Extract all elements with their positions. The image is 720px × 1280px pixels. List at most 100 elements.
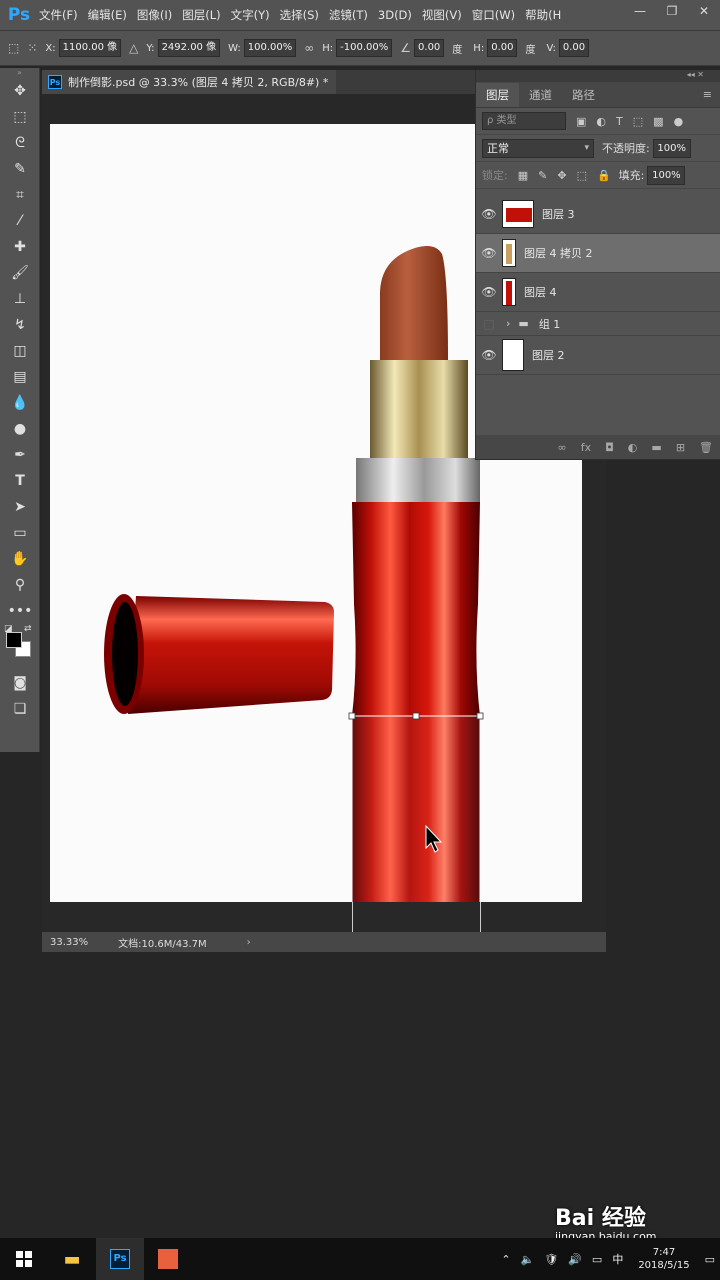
zoom-tool-icon[interactable]: ⚲	[0, 572, 40, 598]
layer-filter-input[interactable]: ρ 类型	[482, 112, 566, 130]
shield-icon[interactable]: 🛡	[544, 1253, 558, 1266]
taskbar-photoshop[interactable]: Ps	[96, 1238, 144, 1280]
tray-up-arrow-icon[interactable]: ⌃	[501, 1253, 510, 1266]
layer-row-selected[interactable]: 👁 图层 4 拷贝 2	[476, 234, 720, 273]
close-icon[interactable]: ✕	[688, 0, 720, 22]
restore-icon[interactable]: ❐	[656, 0, 688, 22]
gradient-tool-icon[interactable]: ▤	[0, 364, 40, 390]
opacity-field[interactable]: 100%	[652, 138, 691, 158]
swap-colors-icon[interactable]: ⇄	[24, 624, 32, 634]
transform-handle-top-middle[interactable]	[412, 712, 420, 720]
filter-shape-icon[interactable]: ⬚	[633, 115, 643, 128]
menu-type[interactable]: 文字(Y)	[226, 7, 275, 23]
new-group-icon[interactable]: ▬	[651, 441, 661, 454]
minimize-icon[interactable]: —	[624, 0, 656, 22]
lock-artboard-icon[interactable]: ⬚	[577, 169, 587, 182]
layer-row[interactable]: 👁 图层 2	[476, 336, 720, 375]
network-icon[interactable]: ▭	[592, 1253, 602, 1266]
transform-handle-top-right[interactable]	[476, 712, 484, 720]
eraser-tool-icon[interactable]: ◫	[0, 338, 40, 364]
filter-adjustment-icon[interactable]: ◐	[596, 115, 606, 128]
status-menu-arrow-icon[interactable]: ›	[247, 937, 251, 948]
layer-style-icon[interactable]: fx	[581, 441, 591, 454]
filter-type-icon[interactable]: T	[616, 115, 623, 128]
more-tools-icon[interactable]: •••	[0, 598, 40, 624]
lock-pixels-icon[interactable]: ✎	[538, 169, 547, 182]
marquee-tool-icon[interactable]: ⬚	[0, 104, 40, 130]
visibility-eye-icon[interactable]: 👁	[476, 207, 502, 221]
blur-tool-icon[interactable]: 💧	[0, 390, 40, 416]
taskbar-explorer[interactable]: ▬	[48, 1238, 96, 1280]
hand-tool-icon[interactable]: ✋	[0, 546, 40, 572]
new-layer-icon[interactable]: ⊞	[676, 441, 685, 454]
reference-point-icon[interactable]: ⁙	[27, 41, 37, 55]
menu-3d[interactable]: 3D(D)	[373, 8, 417, 22]
layer-row[interactable]: 👁 图层 4	[476, 273, 720, 312]
tab-channels[interactable]: 通道	[519, 83, 562, 107]
w-field[interactable]: 100.00%	[243, 39, 297, 57]
quick-select-tool-icon[interactable]: ✎	[0, 156, 40, 182]
zoom-level[interactable]: 33.33%	[50, 937, 88, 948]
h-field[interactable]: -100.00%	[336, 39, 393, 57]
filter-pixel-icon[interactable]: ▣	[576, 115, 586, 128]
delete-layer-icon[interactable]: 🗑	[699, 441, 713, 454]
link-layers-icon[interactable]: ∞	[558, 441, 567, 454]
dodge-tool-icon[interactable]: ●	[0, 416, 40, 442]
screen-mode-icon[interactable]: ❏	[0, 696, 40, 722]
tab-paths[interactable]: 路径	[562, 83, 605, 107]
adjustment-layer-icon[interactable]: ◐	[628, 441, 638, 454]
brush-tool-icon[interactable]: 🖌	[0, 260, 40, 286]
menu-layer[interactable]: 图层(L)	[177, 7, 225, 23]
filter-toggle-icon[interactable]: ●	[674, 115, 684, 128]
visibility-eye-icon[interactable]: 👁	[476, 285, 502, 299]
add-mask-icon[interactable]: ◘	[605, 441, 614, 454]
x-field[interactable]: 1100.00 像	[58, 39, 122, 57]
menu-view[interactable]: 视图(V)	[417, 7, 467, 23]
eyedropper-tool-icon[interactable]: ⁄	[0, 208, 40, 234]
menu-edit[interactable]: 编辑(E)	[83, 7, 132, 23]
tab-layers[interactable]: 图层	[476, 83, 519, 107]
hskew-field[interactable]: 0.00	[487, 39, 518, 57]
history-brush-icon[interactable]: ↯	[0, 312, 40, 338]
menu-file[interactable]: 文件(F)	[34, 7, 83, 23]
taskbar-app[interactable]	[144, 1238, 192, 1280]
menu-window[interactable]: 窗口(W)	[467, 7, 520, 23]
pen-tool-icon[interactable]: ✒	[0, 442, 40, 468]
filter-smart-object-icon[interactable]: ▩	[653, 115, 663, 128]
fill-field[interactable]: 100%	[647, 165, 686, 185]
vskew-field[interactable]: 0.00	[558, 39, 590, 57]
visibility-eye-icon[interactable]: 👁	[476, 246, 502, 260]
speaker-icon[interactable]: 🔈	[521, 1253, 535, 1266]
y-field[interactable]: 2492.00 像	[157, 39, 221, 57]
lock-all-icon[interactable]: 🔒	[597, 169, 611, 182]
start-button[interactable]	[0, 1238, 48, 1280]
delta-icon[interactable]: △	[129, 41, 138, 55]
quick-mask-icon[interactable]: ◙	[0, 670, 40, 696]
volume-icon[interactable]: 🔊	[568, 1253, 582, 1266]
menu-filter[interactable]: 滤镜(T)	[324, 7, 373, 23]
blend-mode-select[interactable]: 正常 ▾	[482, 138, 594, 158]
healing-tool-icon[interactable]: ✚	[0, 234, 40, 260]
angle-field[interactable]: 0.00	[414, 39, 445, 57]
layer-row[interactable]: 👁 图层 3	[476, 195, 720, 234]
lock-position-icon[interactable]: ✥	[557, 169, 566, 182]
menu-select[interactable]: 选择(S)	[275, 7, 324, 23]
visibility-eye-icon[interactable]: 👁	[476, 348, 502, 362]
link-icon[interactable]: ∞	[304, 41, 314, 55]
path-select-tool-icon[interactable]: ➤	[0, 494, 40, 520]
panel-grip-icon[interactable]: »	[0, 68, 39, 78]
transform-tool-icon[interactable]: ⬚	[8, 41, 19, 55]
rectangle-tool-icon[interactable]: ▭	[0, 520, 40, 546]
layer-group-row[interactable]: □ › ▬ 组 1	[476, 312, 720, 336]
visibility-empty-box[interactable]: □	[476, 317, 502, 331]
expand-arrow-icon[interactable]: ›	[506, 317, 510, 330]
clock[interactable]: 7:47 2018/5/15	[633, 1246, 694, 1272]
menu-image[interactable]: 图像(I)	[132, 7, 177, 23]
crop-tool-icon[interactable]: ⌗	[0, 182, 40, 208]
ime-indicator[interactable]: 中	[612, 1251, 623, 1267]
panel-menu-icon[interactable]: ≡	[703, 83, 712, 107]
move-tool-icon[interactable]: ✥	[0, 78, 40, 104]
notification-icon[interactable]: ▭	[705, 1253, 715, 1266]
stamp-tool-icon[interactable]: ⊥	[0, 286, 40, 312]
foreground-color[interactable]	[6, 632, 22, 648]
